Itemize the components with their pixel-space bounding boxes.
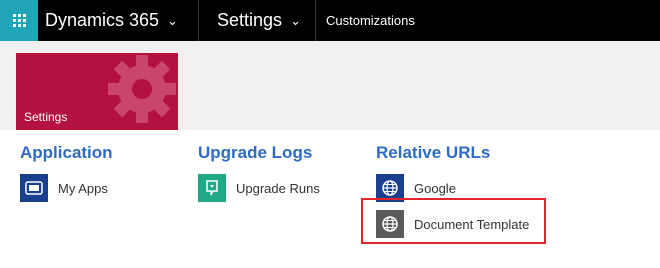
- settings-nav-label: Settings: [217, 10, 283, 30]
- group-application: Application: [20, 143, 113, 163]
- my-apps-link[interactable]: My Apps: [20, 174, 108, 202]
- chevron-down-icon: ⌄: [167, 12, 178, 28]
- group-title: Relative URLs: [376, 143, 491, 162]
- settings-tile[interactable]: Settings: [16, 53, 178, 130]
- settings-nav-menu[interactable]: Settings ⌄: [199, 0, 315, 41]
- group-title: Upgrade Logs: [198, 143, 313, 162]
- my-apps-label: My Apps: [58, 180, 108, 196]
- upgrade-runs-label: Upgrade Runs: [236, 180, 320, 196]
- waffle-icon: [12, 14, 26, 27]
- tile-label: Settings: [24, 110, 68, 124]
- highlight-box: [361, 198, 546, 244]
- app-launcher-button[interactable]: [0, 0, 38, 41]
- upgrade-runs-link[interactable]: Upgrade Runs: [198, 174, 320, 202]
- app-switcher[interactable]: Dynamics 365 ⌄: [38, 0, 198, 41]
- breadcrumb-label: Customizations: [326, 13, 415, 28]
- group-upgrade-logs: Upgrade Logs: [198, 143, 312, 163]
- google-label: Google: [414, 180, 456, 196]
- gear-icon: [108, 55, 176, 123]
- group-title: Application: [20, 143, 113, 162]
- top-navigation-bar: Dynamics 365 ⌄ Settings ⌄ Customizations: [0, 0, 660, 41]
- my-apps-icon: [20, 174, 48, 202]
- breadcrumb-customizations[interactable]: Customizations: [316, 0, 415, 41]
- upgrade-runs-icon: [198, 174, 226, 202]
- chevron-down-icon: ⌄: [290, 12, 301, 28]
- group-relative-urls: Relative URLs: [376, 143, 490, 163]
- app-title: Dynamics 365: [45, 10, 160, 30]
